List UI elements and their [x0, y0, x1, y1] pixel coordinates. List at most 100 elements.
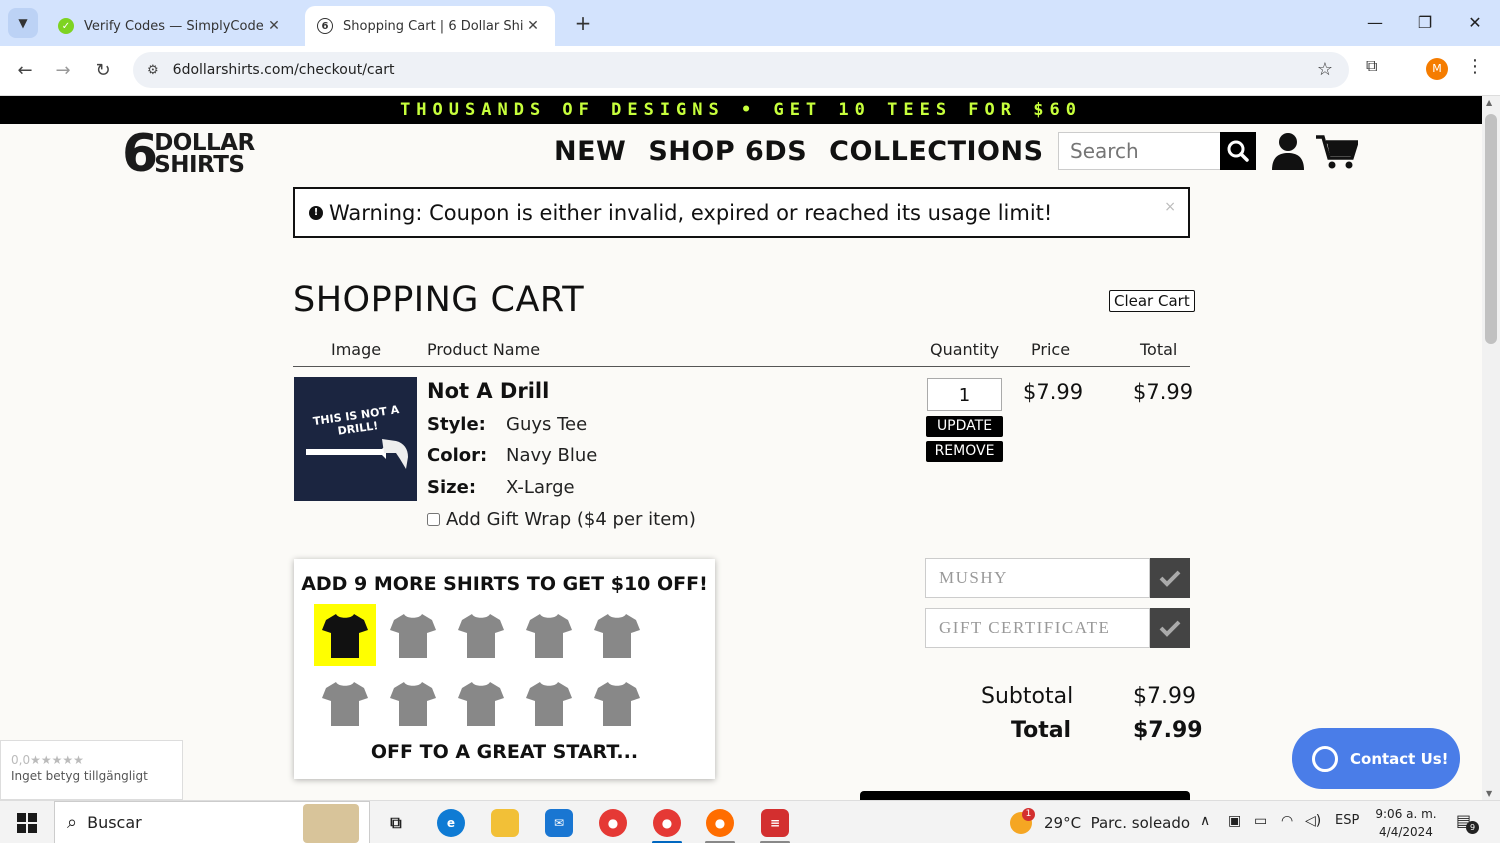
taskbar-search[interactable]: ⌕ Buscar — [54, 801, 370, 843]
tab-shopping-cart[interactable]: 6 Shopping Cart | 6 Dollar Shirts ✕ — [305, 6, 555, 46]
update-button[interactable]: UPDATE — [926, 416, 1003, 437]
file-explorer-icon[interactable] — [491, 809, 519, 837]
reload-button[interactable]: ↻ — [88, 56, 118, 86]
browser-tab-bar: ▼ ✓ Verify Codes — SimplyCodes ✕ 6 Shopp… — [0, 0, 1500, 46]
wifi-icon[interactable]: ◠ — [1281, 813, 1293, 829]
edge-icon[interactable]: e — [437, 809, 465, 837]
clear-cart-button[interactable]: Clear Cart — [1109, 290, 1195, 312]
language-indicator[interactable]: ESP — [1335, 813, 1359, 828]
gift-wrap-checkbox[interactable] — [427, 513, 440, 526]
close-tab-icon[interactable]: ✕ — [523, 18, 543, 34]
notifications-icon[interactable]: ▤ 9 — [1456, 811, 1479, 834]
restore-button[interactable]: ❐ — [1402, 8, 1448, 38]
simplycodes-favicon-icon: ✓ — [58, 18, 74, 34]
checkout-button[interactable] — [860, 791, 1190, 800]
star-rating-icon: ★★★★★ — [30, 753, 84, 767]
shirt-progress-icon — [518, 672, 580, 734]
back-button[interactable]: ← — [10, 56, 40, 86]
tab-simplycodes[interactable]: ✓ Verify Codes — SimplyCodes ✕ — [46, 6, 296, 46]
apply-gift-certificate-button[interactable] — [1150, 608, 1190, 648]
nav-new[interactable]: NEW — [554, 136, 626, 167]
forward-button[interactable]: → — [48, 56, 78, 86]
product-name[interactable]: Not A Drill — [427, 379, 549, 403]
scroll-down-icon[interactable]: ▼ — [1486, 789, 1492, 798]
weather-text: 29°C Parc. soleado — [1044, 814, 1191, 832]
chevron-up-icon[interactable]: ∧ — [1200, 813, 1210, 829]
checkmark-icon — [1159, 620, 1181, 637]
close-tab-icon[interactable]: ✕ — [264, 18, 284, 34]
gift-wrap-option[interactable]: Add Gift Wrap ($4 per item) — [427, 509, 696, 530]
table-header-divider — [293, 366, 1190, 367]
product-image[interactable]: THIS IS NOT A DRILL! — [294, 377, 417, 501]
cart-icon[interactable] — [1316, 134, 1360, 174]
site-logo[interactable]: 6 DOLLAR SHIRTS — [122, 128, 255, 180]
coupon-code-row: MUSHY — [925, 558, 1190, 598]
review-widget[interactable]: 0,0★★★★★ Inget betyg tillgängligt — [0, 740, 183, 800]
chat-bubble-icon — [1312, 745, 1338, 772]
meet-icon[interactable]: ▣ — [1228, 813, 1241, 829]
dismiss-warning-icon[interactable]: × — [1164, 199, 1176, 215]
browser-menu-icon[interactable]: ⋮ — [1466, 56, 1484, 77]
battery-icon[interactable]: ▭ — [1254, 813, 1267, 829]
scrollbar-thumb[interactable] — [1485, 114, 1497, 344]
color-label: Color: — [427, 445, 488, 466]
logo-line-1: DOLLAR — [154, 130, 255, 156]
nav-shop-6ds[interactable]: SHOP 6DS — [648, 136, 807, 167]
coupon-code-input[interactable]: MUSHY — [925, 558, 1150, 598]
total-value: $7.99 — [1133, 718, 1203, 743]
scroll-up-icon[interactable]: ▲ — [1486, 98, 1492, 107]
account-icon[interactable] — [1272, 132, 1304, 174]
6ds-favicon-icon: 6 — [317, 18, 333, 34]
extensions-puzzle-icon[interactable]: ⧉ — [1366, 56, 1377, 76]
new-tab-button[interactable]: + — [570, 10, 596, 36]
style-label: Style: — [427, 414, 486, 435]
progress-message: OFF TO A GREAT START... — [370, 741, 639, 763]
bookmark-star-icon[interactable]: ☆ — [1317, 59, 1333, 80]
shirt-progress-icon — [314, 672, 376, 734]
address-bar[interactable]: ⚙ 6dollarshirts.com/checkout/cart ☆ — [133, 52, 1349, 88]
system-clock[interactable]: 9:06 a. m. 4/4/2024 — [1370, 805, 1442, 841]
task-view-icon[interactable]: ⧉ — [382, 809, 410, 837]
apply-coupon-button[interactable] — [1150, 558, 1190, 598]
minimize-button[interactable]: — — [1352, 8, 1398, 38]
windows-start-icon[interactable] — [17, 813, 37, 833]
mail-icon[interactable]: ✉ — [545, 809, 573, 837]
stack-app-icon[interactable]: ≡ — [761, 809, 789, 837]
column-header-total: Total — [1140, 340, 1178, 359]
hammer-icon — [306, 439, 408, 469]
search-button[interactable] — [1220, 132, 1256, 170]
progress-title: ADD 9 MORE SHIRTS TO GET $10 OFF! — [301, 573, 708, 595]
clock-date: 4/4/2024 — [1379, 825, 1433, 839]
gift-certificate-input[interactable]: GIFT CERTIFICATE — [925, 608, 1150, 648]
firefox-icon[interactable]: ● — [706, 809, 734, 837]
shirt-progress-icon — [518, 604, 580, 666]
subtotal-value: $7.99 — [1133, 684, 1196, 709]
clock-time: 9:06 a. m. — [1375, 807, 1437, 821]
remove-button[interactable]: REMOVE — [926, 441, 1003, 462]
tab-search-button[interactable]: ▼ — [8, 8, 38, 38]
promo-banner[interactable]: THOUSANDS OF DESIGNS • GET 10 TEES FOR $… — [0, 96, 1482, 124]
weather-widget[interactable]: 1 29°C Parc. soleado — [1010, 808, 1191, 834]
profile-avatar[interactable]: M — [1426, 58, 1448, 80]
search-input[interactable] — [1058, 132, 1220, 170]
page-scrollbar[interactable]: ▲ ▼ — [1482, 96, 1500, 800]
warning-text: Warning: Coupon is either invalid, expir… — [329, 200, 1053, 225]
column-header-product: Product Name — [427, 340, 541, 359]
contact-us-button[interactable]: Contact Us! — [1292, 728, 1460, 789]
size-label: Size: — [427, 477, 477, 498]
nav-collections[interactable]: COLLECTIONS — [829, 136, 1043, 167]
notification-count: 9 — [1466, 821, 1479, 834]
chrome-icon[interactable]: ● — [599, 809, 627, 837]
site-info-icon[interactable]: ⚙ — [147, 63, 159, 78]
volume-icon[interactable]: ◁) — [1305, 813, 1321, 829]
item-total: $7.99 — [1133, 380, 1194, 404]
column-header-image: Image — [331, 340, 382, 359]
shirt-progress-icon — [450, 672, 512, 734]
close-window-button[interactable]: ✕ — [1452, 8, 1498, 38]
quantity-input[interactable]: 1 — [927, 378, 1002, 411]
search-icon — [1227, 140, 1249, 162]
size-value: X-Large — [506, 477, 575, 498]
chrome-profile-icon[interactable]: ● — [653, 809, 681, 837]
logo-line-2: SHIRTS — [154, 152, 245, 178]
shirt-progress-icon — [586, 604, 648, 666]
